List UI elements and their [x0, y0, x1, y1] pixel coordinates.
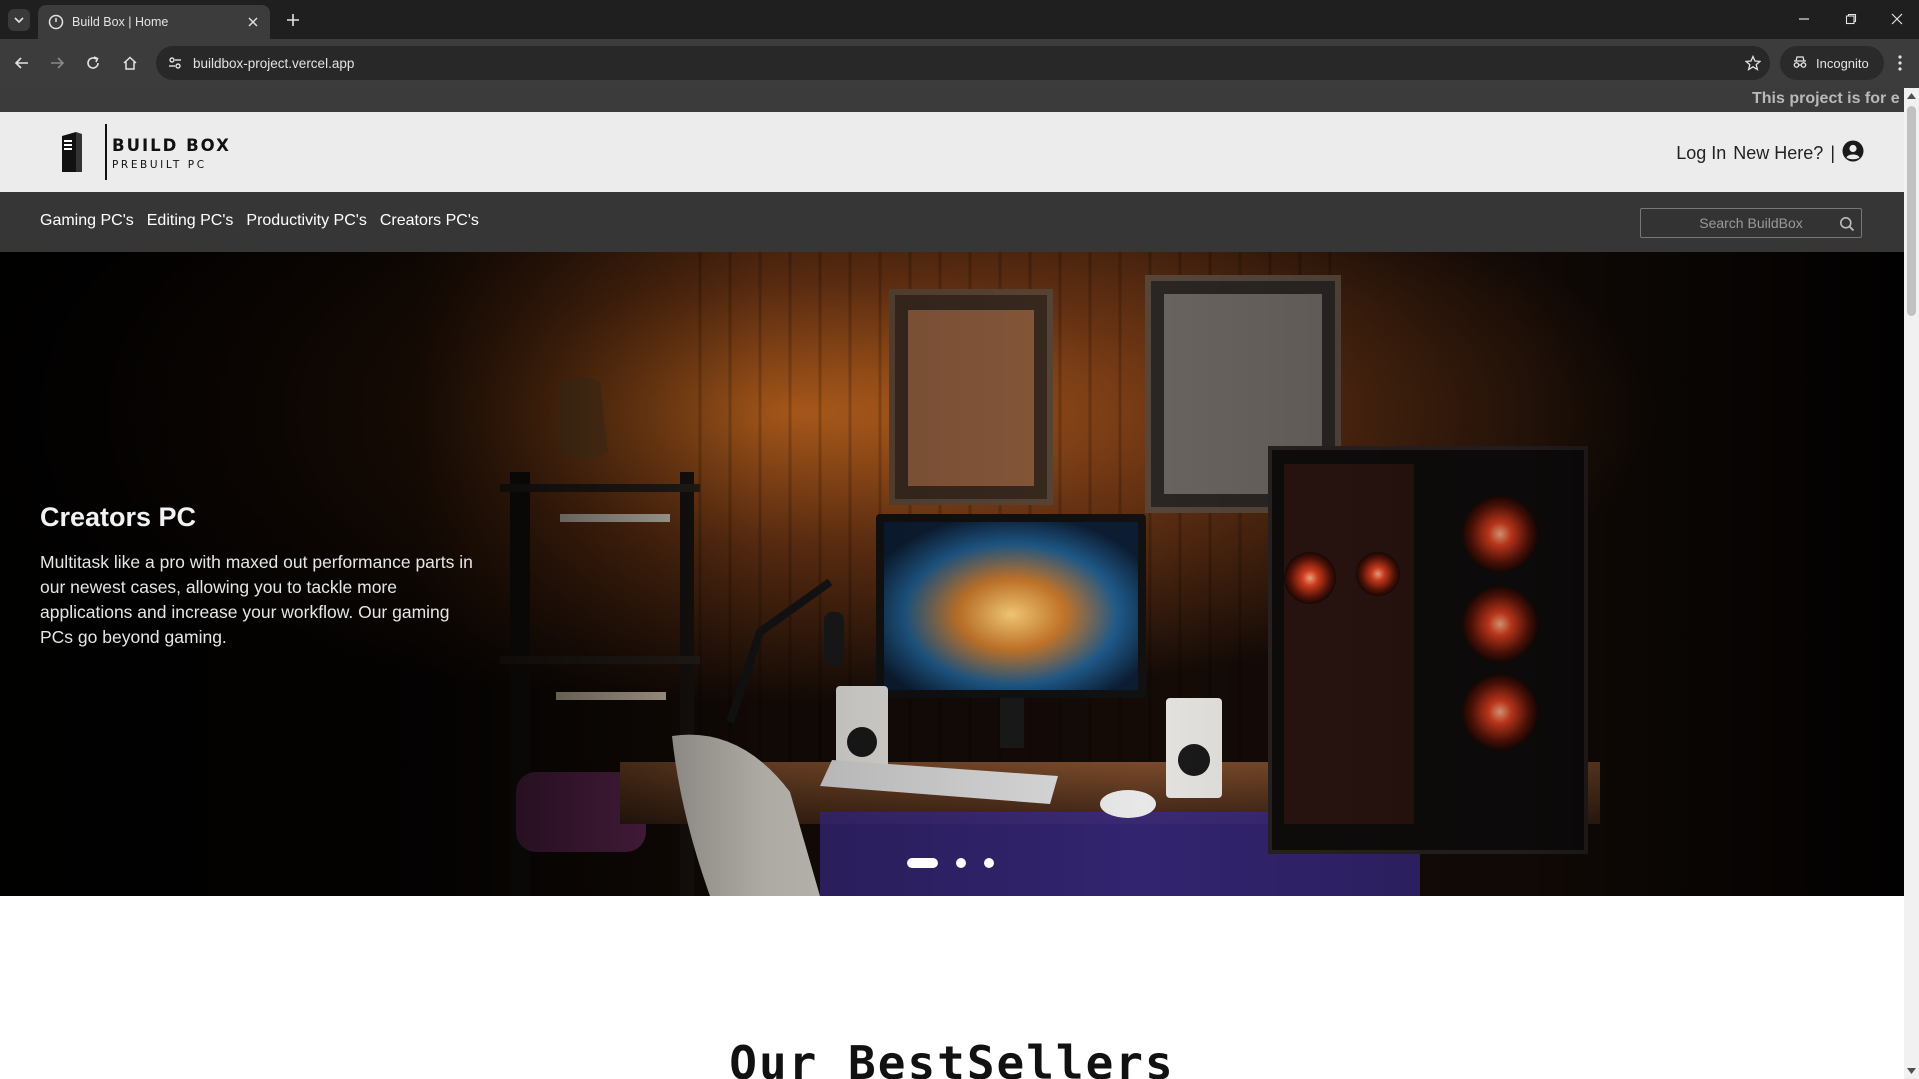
- scroll-up-icon[interactable]: [1907, 92, 1916, 100]
- reload-icon[interactable]: [81, 51, 105, 75]
- menu-icon[interactable]: [1890, 51, 1910, 75]
- star-icon[interactable]: [1744, 54, 1762, 72]
- site-info-icon[interactable]: [166, 54, 184, 72]
- site-logo[interactable]: BUILD BOX PREBUILT PC: [40, 122, 240, 184]
- pc-case-logo-icon: [62, 124, 107, 180]
- nav-productivity-pcs[interactable]: Productivity PC's: [246, 212, 366, 230]
- close-icon[interactable]: [244, 13, 262, 31]
- logo-subtitle: PREBUILT PC: [112, 159, 207, 171]
- browser-tab-active[interactable]: Build Box | Home: [38, 5, 270, 39]
- restore-icon[interactable]: [1839, 8, 1863, 30]
- site-search: [1640, 208, 1862, 238]
- hero-title: Creators PC: [40, 502, 197, 532]
- auth-links: Log In New Here? |: [1676, 140, 1864, 167]
- url-text[interactable]: buildbox-project.vercel.app: [193, 56, 354, 71]
- auth-separator: |: [1830, 143, 1835, 163]
- page-viewport: This project is for e BUILD BOX PREBUILT…: [0, 88, 1904, 1079]
- incognito-badge[interactable]: Incognito: [1780, 46, 1884, 80]
- browser-tab-strip: Build Box | Home: [0, 0, 1919, 39]
- scrollbar-thumb[interactable]: [1907, 106, 1916, 316]
- plus-icon[interactable]: [282, 9, 304, 31]
- back-icon[interactable]: [10, 51, 34, 75]
- tab-title: Build Box | Home: [72, 15, 169, 29]
- scroll-down-icon[interactable]: [1907, 1067, 1916, 1075]
- home-icon[interactable]: [118, 51, 142, 75]
- announcement-bar: This project is for e: [0, 88, 1904, 112]
- login-link[interactable]: Log In: [1676, 143, 1726, 164]
- category-navbar: Gaming PC's Editing PC's Productivity PC…: [0, 192, 1904, 252]
- nav-gaming-pcs[interactable]: Gaming PC's: [40, 212, 134, 230]
- hero-description: Multitask like a pro with maxed out perf…: [40, 552, 473, 647]
- close-window-icon[interactable]: [1885, 8, 1909, 30]
- announcement-text: This project is for e: [1752, 90, 1900, 107]
- forward-icon[interactable]: [45, 51, 69, 75]
- incognito-icon: [1792, 55, 1808, 72]
- carousel-dot-3[interactable]: [984, 858, 994, 868]
- address-bar[interactable]: buildbox-project.vercel.app: [156, 46, 1770, 80]
- nav-editing-pcs[interactable]: Editing PC's: [147, 212, 234, 230]
- search-icon[interactable]: [1837, 214, 1857, 234]
- bestsellers-heading: Our BestSellers: [729, 1036, 1175, 1079]
- site-header: BUILD BOX PREBUILT PC Log In New Here? |: [0, 112, 1904, 192]
- user-icon[interactable]: [1842, 140, 1864, 167]
- incognito-label: Incognito: [1816, 55, 1869, 71]
- hero-carousel: Creators PC Multitask like a pro with ma…: [0, 252, 1904, 896]
- nav-creators-pcs[interactable]: Creators PC's: [380, 212, 479, 230]
- carousel-dot-1[interactable]: [907, 858, 938, 868]
- logo-wordmark: BUILD BOX: [112, 136, 231, 155]
- page-scrollbar[interactable]: [1904, 88, 1919, 1079]
- browser-toolbar: buildbox-project.vercel.app Incognito: [0, 39, 1919, 88]
- signup-link[interactable]: New Here?: [1733, 143, 1823, 164]
- tab-list-icon[interactable]: [8, 9, 30, 31]
- carousel-indicators: [907, 858, 994, 868]
- minimize-icon[interactable]: [1792, 8, 1816, 30]
- search-input[interactable]: [1641, 209, 1831, 237]
- favicon-icon: [48, 14, 64, 30]
- carousel-dot-2[interactable]: [956, 858, 966, 868]
